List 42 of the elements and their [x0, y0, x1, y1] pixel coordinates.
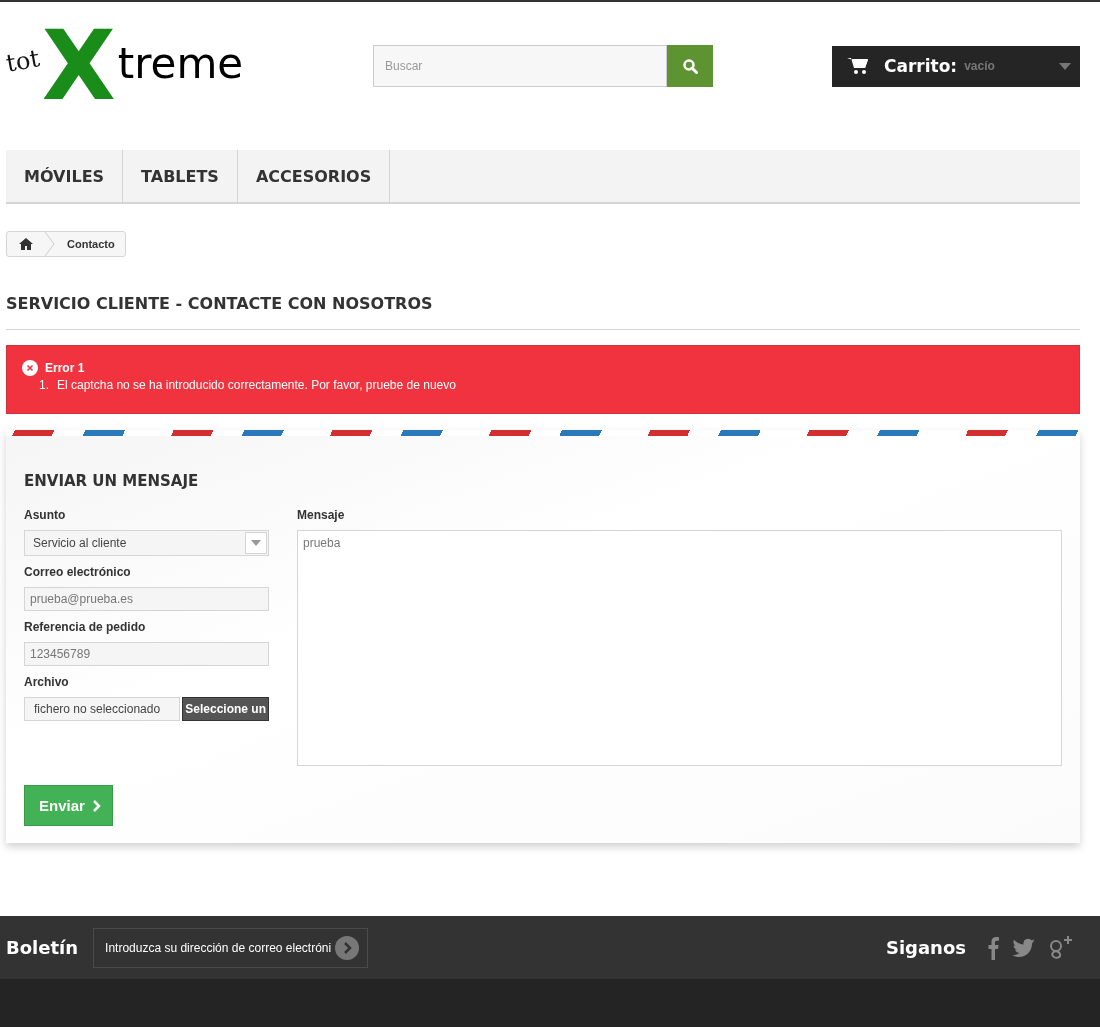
error-message: El captcha no se ha introducido correctamente. Por favor, pruebe de nuevo: [57, 378, 456, 392]
error-title: Error 1: [45, 361, 85, 375]
follow-title: Siganos: [885, 937, 966, 958]
menu-item[interactable]: MÓVILES: [6, 150, 124, 202]
file-choose-button[interactable]: Seleccione un: [182, 697, 269, 721]
form-title: ENVIAR UN MENSAJE: [24, 472, 200, 490]
cart-label: Carrito:: [884, 56, 958, 76]
google-plus-icon[interactable]: [1048, 934, 1074, 961]
select-field[interactable]: Servicio al cliente: [24, 530, 269, 556]
logo-mark[interactable]: X: [41, 18, 116, 114]
field-label: Correo electrónico: [24, 565, 132, 579]
close-circle-icon: [22, 360, 38, 376]
page-title: SERVICIO CLIENTE - CONTACTE CON NOSOTROS: [6, 294, 434, 313]
field-label: Archivo: [24, 675, 70, 689]
cart-button[interactable]: Carrito: vacío: [832, 45, 1080, 87]
menu-item[interactable]: ACCESORIOS: [237, 150, 391, 202]
caret-icon: [1059, 62, 1071, 70]
arrow-circle-icon[interactable]: [335, 935, 360, 960]
newsletter-field[interactable]: Introduzca su dirección de correo electróni: [105, 940, 332, 955]
newsletter-title: Boletín: [6, 937, 79, 958]
list-number: 1.: [39, 378, 49, 392]
search-field[interactable]: Buscar: [373, 45, 667, 87]
cart-status: vacío: [964, 59, 995, 73]
cart-icon: [847, 57, 869, 75]
input-field[interactable]: 123456789: [24, 642, 269, 666]
file-name: fichero no seleccionado: [24, 697, 181, 721]
input-field[interactable]: prueba@prueba.es: [24, 587, 269, 611]
logo-text[interactable]: treme: [117, 38, 244, 88]
field-label: Asunto: [24, 508, 67, 522]
logo-text[interactable]: tot: [3, 44, 42, 78]
bird-icon[interactable]: [1012, 937, 1036, 958]
home-icon: [19, 238, 33, 250]
field-label: Mensaje: [297, 508, 346, 522]
chevron-right-icon: [92, 799, 101, 812]
caret-icon: [251, 540, 261, 546]
search-icon: [682, 58, 698, 74]
menu-item[interactable]: TABLETS: [123, 150, 238, 202]
facebook-icon[interactable]: [986, 935, 1000, 960]
field-label: Referencia de pedido: [24, 620, 147, 634]
breadcrumb-item: Contacto: [66, 238, 116, 250]
message-field[interactable]: prueba: [297, 530, 1062, 766]
search-button[interactable]: [667, 45, 713, 87]
